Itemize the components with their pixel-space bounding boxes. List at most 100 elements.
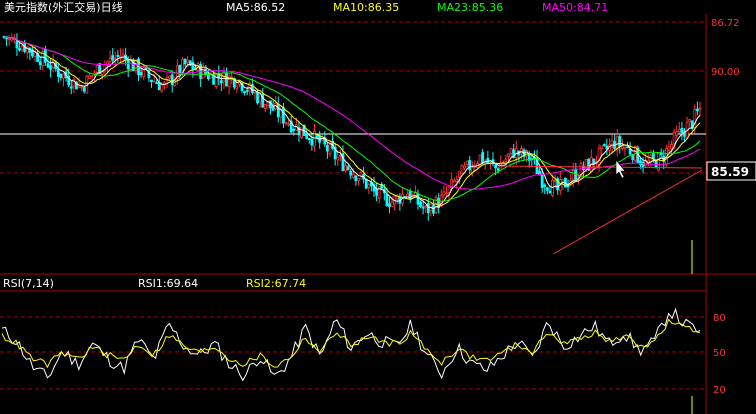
candle-body <box>346 166 350 170</box>
chart-canvas: 美元指数(外汇交易)日线 MA5:86.52 MA10:86.35 MA23:8… <box>0 0 756 414</box>
candle-body <box>465 160 469 166</box>
candle-body <box>367 184 371 188</box>
candle-body <box>80 86 84 89</box>
candle-body <box>388 203 391 207</box>
rsi-label-20: 20 <box>713 385 726 396</box>
candle-body <box>496 168 500 171</box>
candle-body <box>168 75 171 79</box>
candle-body <box>170 74 174 85</box>
candle-body <box>152 80 156 83</box>
ma5-label: MA5:86.52 <box>226 1 285 14</box>
candle-body <box>126 59 130 70</box>
candle-body <box>225 72 228 87</box>
candle-body <box>338 154 342 157</box>
candle-body <box>349 170 353 176</box>
candle-body <box>354 175 358 182</box>
candle-body <box>284 121 288 124</box>
candle-body <box>292 129 296 131</box>
candle-body <box>675 131 679 136</box>
candle-body <box>256 91 259 104</box>
candle-body <box>406 193 410 199</box>
candle-body <box>543 184 547 187</box>
candle-body <box>201 66 205 79</box>
candle-body <box>610 140 614 148</box>
candle-body <box>328 143 332 155</box>
candle-body <box>424 205 428 208</box>
candle-body <box>375 188 378 196</box>
candle-body <box>183 58 187 65</box>
candle-body <box>139 72 143 76</box>
candle-body <box>43 49 47 63</box>
candle-body <box>46 63 50 68</box>
candle-body <box>245 90 249 92</box>
candle-body <box>566 185 570 188</box>
candle-body <box>677 128 681 133</box>
candle-body <box>307 138 311 141</box>
candle-body <box>416 194 420 205</box>
candle-body <box>186 59 190 63</box>
candle-body <box>385 193 389 206</box>
candle-body <box>688 119 692 122</box>
candle-body <box>90 75 94 77</box>
candle-body <box>620 145 624 149</box>
candle-body <box>460 164 464 174</box>
candle-body <box>545 187 549 191</box>
candle-body <box>282 107 285 124</box>
candle-body <box>111 55 115 61</box>
candle-body <box>253 91 257 94</box>
candle-body <box>56 68 60 77</box>
candle-body <box>336 157 340 161</box>
candle-body <box>108 57 112 63</box>
candle-body <box>455 179 459 182</box>
rsi-label-50: 50 <box>713 348 726 359</box>
candle-body <box>468 160 472 171</box>
candle-body <box>408 191 412 200</box>
candle-body <box>160 84 164 92</box>
candle-body <box>271 106 275 111</box>
candle-body <box>540 174 544 188</box>
candle-body <box>652 153 655 159</box>
candle-body <box>494 164 497 169</box>
candle-body <box>310 138 314 146</box>
ma50-label: MA50:84.71 <box>542 1 608 14</box>
candle-body <box>82 87 86 92</box>
candle-body <box>59 73 63 79</box>
candle-body <box>15 40 19 49</box>
candle-body <box>113 57 117 60</box>
rsi-label-80: 80 <box>713 313 726 324</box>
candle-body <box>20 45 24 51</box>
candle-body <box>344 165 347 172</box>
candle-body <box>447 186 451 194</box>
candle-body <box>618 136 622 147</box>
candle-body <box>351 173 355 178</box>
current-price-label: 85.59 <box>711 165 749 179</box>
candle-body <box>602 144 606 146</box>
candle-body <box>597 148 601 165</box>
candle-body <box>696 108 699 112</box>
candle-body <box>442 191 446 196</box>
candle-body <box>680 128 684 133</box>
candle-body <box>49 65 52 70</box>
candle-body <box>641 161 645 168</box>
candle-body <box>457 171 461 178</box>
candle-body <box>504 158 508 162</box>
candle-body <box>95 65 99 73</box>
candle-body <box>419 201 422 208</box>
candle-body <box>62 73 65 79</box>
candle-body <box>178 65 182 75</box>
candle-body <box>150 79 153 83</box>
candle-body <box>623 147 627 150</box>
candle-body <box>38 61 42 66</box>
candle-body <box>667 146 671 151</box>
ma23-label: MA23:85.36 <box>437 1 503 14</box>
rsi-title: RSI(7,14) <box>3 277 54 290</box>
candle-body <box>626 146 629 149</box>
candle-body <box>600 145 604 150</box>
rsi2-label: RSI2:67.74 <box>246 277 306 290</box>
price-label-90: 90.00 <box>711 67 740 78</box>
candle-body <box>426 203 430 214</box>
candle-body <box>390 201 394 207</box>
candle-body <box>470 167 474 173</box>
candle-body <box>421 206 425 209</box>
candle-body <box>698 107 702 110</box>
